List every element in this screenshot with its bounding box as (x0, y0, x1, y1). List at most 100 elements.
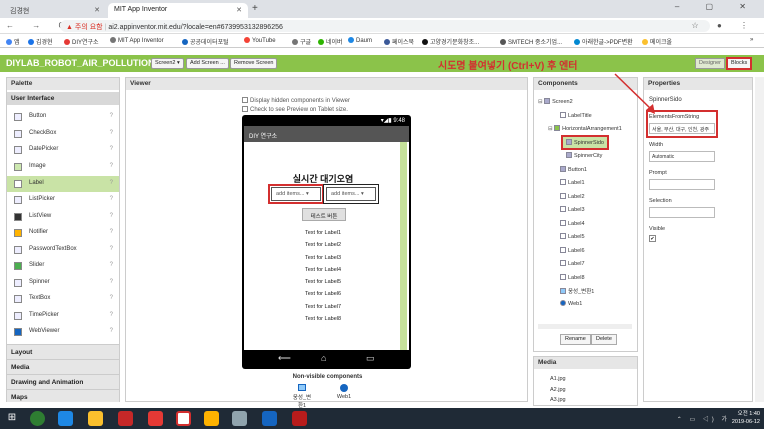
tree-item-label6[interactable]: Label6 (560, 247, 585, 254)
help-icon[interactable]: ? (110, 146, 113, 152)
help-icon[interactable]: ? (110, 246, 113, 252)
category-layout[interactable]: Layout (7, 344, 119, 359)
help-icon[interactable]: ? (110, 196, 113, 202)
browser-tab[interactable]: 김경현 ✕ (4, 3, 106, 18)
bookmark-item[interactable]: DIY연구소 (64, 37, 99, 46)
help-icon[interactable]: ? (110, 328, 113, 334)
security-warning[interactable]: ▲ 주의 요함 (66, 24, 103, 31)
category-drawing-animation[interactable]: Drawing and Animation (7, 374, 119, 389)
palette-item-label[interactable]: Label? (7, 176, 119, 192)
screen-select[interactable]: Screen2 ▾ (151, 58, 184, 69)
palette-item-listpicker[interactable]: ListPicker? (7, 192, 119, 208)
media-file[interactable]: A3.jpg (550, 397, 566, 403)
label-2[interactable]: Text for Label2 (244, 242, 402, 248)
horizontal-scrollbar[interactable] (538, 324, 632, 329)
clock[interactable]: 오전 1:40 2019-06-12 (732, 410, 760, 426)
bookmark-item[interactable]: 네이버 (318, 37, 343, 46)
address-bar-icons[interactable]: ☆ ● ⋮ (692, 21, 756, 30)
remove-screen-button[interactable]: Remove Screen (230, 58, 278, 69)
bookmark-item[interactable]: 공공데이터포털 (182, 37, 229, 46)
checkbox-icon[interactable] (242, 106, 248, 112)
help-icon[interactable]: ? (110, 279, 113, 285)
rename-button[interactable]: Rename (560, 334, 591, 345)
bookmark-item[interactable]: 아래한글->PDF변환 (574, 37, 633, 46)
label-1[interactable]: Text for Label1 (244, 230, 402, 236)
add-screen-button[interactable]: Add Screen ... (186, 58, 229, 69)
label-7[interactable]: Text for Label7 (244, 304, 402, 310)
help-icon[interactable]: ? (110, 163, 113, 169)
tree-item-button1[interactable]: Button1 (560, 166, 587, 173)
label-5[interactable]: Text for Label5 (244, 279, 402, 285)
url-field[interactable]: ▲ 주의 요함 | ai2.appinventor.mit.edu/?local… (60, 20, 710, 32)
tree-item-spinnersido[interactable]: SpinnerSido (566, 139, 604, 146)
spinner-sido[interactable]: add items... ▾ (271, 187, 321, 201)
label-8[interactable]: Text for Label8 (244, 316, 402, 322)
palette-item-webviewer[interactable]: WebViewer? (7, 324, 119, 340)
tree-item-label4[interactable]: Label4 (560, 220, 585, 227)
checkbox-icon[interactable] (242, 97, 248, 103)
category-media[interactable]: Media (7, 359, 119, 374)
palette-item-textbox[interactable]: TextBox? (7, 291, 119, 307)
bookmark-item[interactable]: 고양경기문화창조... (422, 37, 479, 46)
category-maps[interactable]: Maps (7, 389, 119, 402)
home-icon[interactable]: ⌂ (321, 353, 326, 363)
blocks-button[interactable]: Blocks (726, 57, 753, 70)
width-field[interactable]: Automatic (649, 151, 715, 162)
ie-icon[interactable] (58, 411, 73, 426)
palette-item-datepicker[interactable]: DatePicker? (7, 142, 119, 158)
prompt-field[interactable] (649, 179, 715, 190)
visible-checkbox[interactable]: ✔ (649, 235, 656, 242)
user-interface-category[interactable]: User Interface (7, 92, 119, 105)
close-icon[interactable]: ✕ (236, 6, 242, 14)
display-hidden-checkbox[interactable]: Display hidden components in Viewer (242, 97, 350, 104)
bookmark-item[interactable]: 구글 (292, 37, 311, 46)
designer-button[interactable]: Designer (695, 58, 726, 69)
help-icon[interactable]: ? (110, 229, 113, 235)
media-file[interactable]: A2.jpg (550, 387, 566, 393)
palette-item-checkbox[interactable]: CheckBox? (7, 126, 119, 142)
palette-item-button[interactable]: Button? (7, 109, 119, 125)
tree-item-web1[interactable]: Web1 (560, 300, 582, 307)
app-icon[interactable] (292, 411, 307, 426)
elements-from-string-field[interactable]: 서울, 부산, 대구, 인천, 광주 (649, 123, 715, 134)
tree-item-converter[interactable]: 웅성_변환1 (560, 287, 594, 295)
page-scrollbar[interactable] (755, 77, 764, 402)
nonvisible-web[interactable]: Web1 (334, 384, 354, 400)
label-6[interactable]: Text for Label6 (244, 291, 402, 297)
app-icon[interactable] (118, 411, 133, 426)
help-icon[interactable]: ? (110, 312, 113, 318)
start-button[interactable]: ⊞ (0, 408, 24, 429)
palette-item-image[interactable]: Image? (7, 159, 119, 175)
bookmark-item[interactable]: 앱 (6, 37, 20, 46)
tree-item-screen[interactable]: ⊟ Screen2 (538, 98, 573, 105)
palette-item-timepicker[interactable]: TimePicker? (7, 308, 119, 324)
app-icon[interactable] (204, 411, 219, 426)
delete-button[interactable]: Delete (591, 334, 617, 345)
palette-item-notifier[interactable]: Notifier? (7, 225, 119, 241)
tree-item-spinnercity[interactable]: SpinnerCity (566, 152, 602, 159)
window-controls[interactable]: – ▢ ✕ (675, 2, 758, 11)
tree-item-labeltitle[interactable]: LabelTitle (560, 112, 592, 119)
recent-apps-icon[interactable]: ▭ (366, 353, 375, 364)
app-icon[interactable] (148, 411, 163, 426)
bookmark-item[interactable]: 메이크올 (642, 37, 672, 46)
app-icon[interactable] (176, 411, 191, 426)
tree-item-label8[interactable]: Label8 (560, 274, 585, 281)
bookmark-item[interactable]: 김경현 (28, 37, 53, 46)
bookmarks-more[interactable]: » (750, 37, 753, 43)
folder-icon[interactable] (88, 411, 103, 426)
back-icon[interactable]: ⟵ (278, 353, 291, 364)
bookmark-item[interactable]: SMTECH 중소기업... (500, 37, 562, 46)
help-icon[interactable]: ? (110, 180, 113, 186)
palette-item-listview[interactable]: ListView? (7, 209, 119, 225)
spinner-city[interactable]: add items... ▾ (326, 187, 376, 201)
app-icon[interactable] (262, 411, 277, 426)
help-icon[interactable]: ? (110, 130, 113, 136)
tablet-preview-checkbox[interactable]: Check to see Preview on Tablet size. (242, 106, 348, 113)
help-icon[interactable]: ? (110, 295, 113, 301)
tree-item-label1[interactable]: Label1 (560, 179, 585, 186)
bookmark-item[interactable]: 페이스북 (384, 37, 414, 46)
test-button[interactable]: 테스트 버튼 (302, 208, 346, 221)
bookmark-item[interactable]: Daum (348, 37, 372, 44)
help-icon[interactable]: ? (110, 213, 113, 219)
